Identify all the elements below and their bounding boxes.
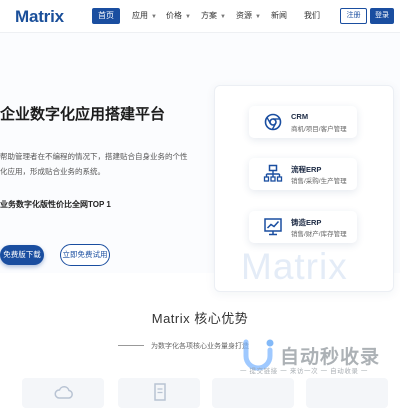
- product-showcase-panel: Matrix CRM 商机/项目/客户管理 流程ERP 销售/采购/生产管理 铸…: [214, 85, 394, 292]
- download-button[interactable]: 免费版下载: [0, 245, 44, 265]
- chevron-down-icon: ▼: [220, 14, 226, 20]
- cloud-icon: [54, 386, 73, 399]
- trend-chart-icon: [264, 218, 282, 236]
- product-card-casting-erp[interactable]: 铸造ERP 销售/财产/库存管理: [249, 211, 357, 243]
- product-card-process-erp[interactable]: 流程ERP 销售/采购/生产管理: [249, 158, 357, 190]
- feature-card: [212, 378, 294, 408]
- nav-item-resources[interactable]: 资源 ▼: [236, 8, 261, 24]
- product-desc: 商机/项目/客户管理: [291, 126, 347, 133]
- hero-section: 企业数字化应用搭建平台 帮助管理者在不编程的情况下，搭建贴合自身业务的个性化应用…: [0, 33, 400, 292]
- nav-label: 我们: [304, 11, 320, 20]
- nav-label: 应用: [132, 11, 148, 20]
- nav-label: 新闻: [271, 11, 287, 20]
- document-icon: [154, 383, 166, 401]
- org-chart-icon: [263, 164, 283, 182]
- free-trial-button[interactable]: 立即免费试用: [60, 244, 110, 266]
- product-name: 铸造ERP: [291, 218, 322, 227]
- brand-watermark-slogan: 一 提交链接 一 来访一次 一 自动收录 一: [240, 368, 369, 375]
- nav-label: 价格: [166, 11, 182, 20]
- nav-label: 方案: [201, 11, 217, 20]
- hero-tagline: 业务数字化版性价比全网TOP 1: [0, 200, 111, 209]
- chevron-down-icon: ▼: [185, 14, 191, 20]
- logo[interactable]: Matrix: [15, 7, 64, 27]
- chevron-down-icon: ▼: [255, 14, 261, 20]
- nav-item-pricing[interactable]: 价格 ▼: [166, 8, 191, 24]
- nav-item-home[interactable]: 首页: [92, 8, 120, 24]
- feature-card: [22, 378, 104, 408]
- chrome-circle-icon: [264, 113, 282, 131]
- nav-item-news[interactable]: 新闻: [271, 8, 287, 24]
- hero-title: 企业数字化应用搭建平台: [0, 106, 166, 123]
- nav-label: 首页: [98, 11, 114, 20]
- product-name: 流程ERP: [291, 165, 322, 174]
- top-navigation-bar: Matrix 首页 应用 ▼ 价格 ▼ 方案 ▼ 资源 ▼ 新闻 我们 注册 登录: [0, 0, 400, 33]
- feature-card: [118, 378, 200, 408]
- nav-label: 资源: [236, 11, 252, 20]
- register-button[interactable]: 注册: [340, 8, 367, 24]
- product-card-crm[interactable]: CRM 商机/项目/客户管理: [249, 106, 357, 138]
- login-button[interactable]: 登录: [370, 8, 394, 24]
- product-desc: 销售/财产/库存管理: [291, 231, 347, 238]
- nav-item-about[interactable]: 我们: [304, 8, 320, 24]
- advantages-title: Matrix 核心优势: [151, 311, 249, 326]
- nav-item-apps[interactable]: 应用 ▼: [132, 8, 157, 24]
- hero-description: 帮助管理者在不编程的情况下，搭建贴合自身业务的个性化应用，形成贴合业务的系统。: [0, 152, 188, 176]
- product-name: CRM: [291, 112, 309, 121]
- chevron-down-icon: ▼: [151, 14, 157, 20]
- showcase-watermark: Matrix: [241, 246, 348, 287]
- feature-card: [306, 378, 388, 408]
- nav-item-solutions[interactable]: 方案 ▼: [201, 8, 226, 24]
- product-desc: 销售/采购/生产管理: [291, 178, 347, 185]
